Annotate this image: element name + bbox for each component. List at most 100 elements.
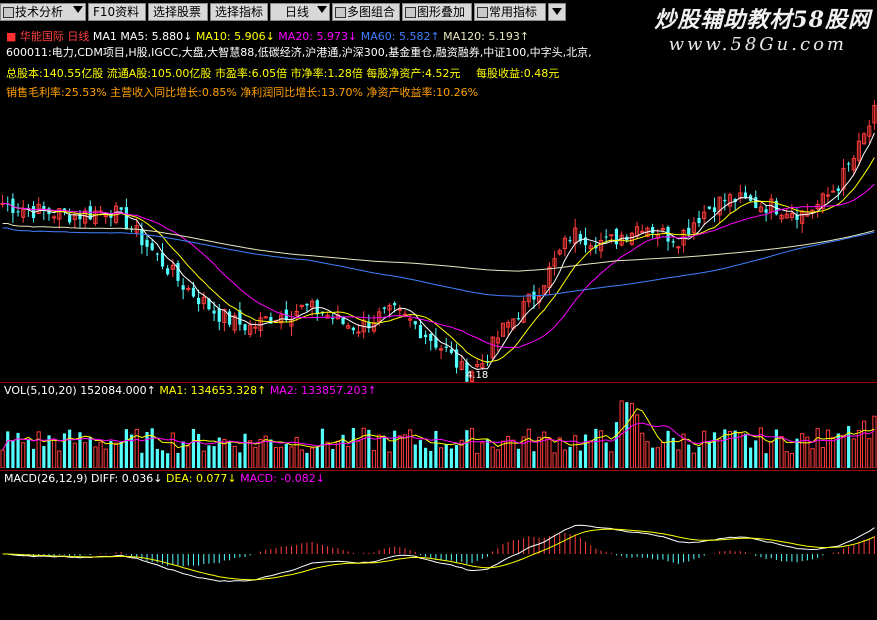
ma10-value: MA10: 5.906↓ bbox=[195, 30, 275, 43]
candle-body-down bbox=[516, 318, 521, 320]
volume-bar-down bbox=[578, 450, 582, 468]
volume-bar-down bbox=[176, 452, 180, 468]
volume-bar-up bbox=[831, 436, 836, 468]
common-indicator-button[interactable]: 常用指标 bbox=[474, 3, 546, 21]
macd-diff-line bbox=[2, 524, 875, 582]
volume-bar-down bbox=[212, 446, 216, 468]
candle-body-up bbox=[825, 194, 831, 197]
volume-bar-up bbox=[113, 442, 119, 468]
volume-bar-up bbox=[562, 449, 567, 468]
candle-body-down bbox=[227, 311, 232, 325]
chart-marker-icon: ■ bbox=[6, 30, 17, 43]
volume-bar-down bbox=[140, 452, 144, 468]
ma60-line bbox=[2, 227, 875, 297]
candle-body-down bbox=[181, 285, 185, 290]
volume-bar-up bbox=[186, 445, 191, 468]
volume-bar-down bbox=[671, 437, 675, 468]
volume-bar-up bbox=[438, 447, 444, 468]
overlay-button[interactable]: 图形叠加 bbox=[402, 3, 472, 21]
volume-bar-down bbox=[109, 440, 113, 468]
volume-bar-up bbox=[526, 428, 531, 468]
ma60-value: MA60: 5.582↑ bbox=[360, 30, 440, 43]
multi-chart-button[interactable]: 多图组合 bbox=[332, 3, 400, 21]
volume-bar-up bbox=[356, 440, 361, 468]
volume-bar-down bbox=[393, 430, 397, 468]
dropdown-arrow-icon bbox=[552, 8, 562, 15]
volume-bar-up bbox=[841, 434, 846, 468]
volume-bar-up bbox=[738, 432, 743, 468]
volume-bar-down bbox=[424, 447, 428, 468]
candle-body-down bbox=[697, 218, 701, 224]
candle-body-down bbox=[604, 236, 608, 238]
volume-bar-up bbox=[500, 440, 506, 468]
volume-bar-down bbox=[454, 445, 459, 468]
watermark-url: www.58Gu.com bbox=[668, 34, 847, 55]
candle-body-down bbox=[16, 211, 20, 213]
volume-bar-up bbox=[609, 451, 614, 468]
volume-bar-down bbox=[367, 429, 371, 468]
macd-chart[interactable] bbox=[0, 484, 877, 620]
volume-bar-down bbox=[145, 432, 149, 468]
volume-bar-down bbox=[11, 440, 15, 468]
period-daily-button[interactable]: 日线 bbox=[270, 3, 330, 21]
volume-chart[interactable] bbox=[0, 396, 877, 468]
technical-analysis-button[interactable]: 技术分析 bbox=[0, 3, 86, 21]
volume-bar-down bbox=[150, 428, 154, 468]
volume-bar-up bbox=[98, 441, 103, 468]
candle-body-down bbox=[723, 199, 727, 202]
candle-body-down bbox=[68, 215, 72, 223]
candle-body-down bbox=[847, 163, 851, 165]
volume-bar-down bbox=[743, 433, 748, 468]
select-indicator-button[interactable]: 选择指标 bbox=[210, 3, 268, 21]
volume-bar-up bbox=[371, 450, 377, 468]
volume-bar-down bbox=[129, 434, 134, 468]
volume-bar-down bbox=[666, 430, 670, 468]
candle-body-down bbox=[429, 333, 433, 341]
candle-body-down bbox=[418, 325, 423, 339]
volume-bar-down bbox=[774, 429, 779, 468]
candle-body-down bbox=[150, 243, 154, 251]
f10-info-button[interactable]: F10资料 bbox=[88, 3, 146, 21]
volume-bar-down bbox=[444, 444, 448, 468]
eps: 每股收益:0.48元 bbox=[476, 67, 560, 80]
volume-bar-up bbox=[588, 440, 593, 468]
candle-body-down bbox=[687, 227, 691, 235]
volume-bar-down bbox=[604, 442, 608, 468]
indicator-dropdown-button[interactable] bbox=[548, 3, 566, 21]
volume-bar-up bbox=[769, 441, 774, 468]
volume-bar-up bbox=[201, 450, 206, 468]
volume-bar-up bbox=[825, 429, 831, 468]
candle-body-up bbox=[186, 287, 191, 290]
volume-bar-up bbox=[784, 451, 789, 468]
volume-bar-up bbox=[660, 442, 666, 468]
ma10-line bbox=[2, 157, 875, 363]
volume-bar-up bbox=[810, 448, 815, 468]
volume-bar-down bbox=[749, 447, 753, 468]
toolbar: 技术分析 F10资料 选择股票 选择指标 日线 多图组合 图形叠加 常用指标 bbox=[0, 0, 650, 24]
volume-bar-down bbox=[449, 448, 453, 468]
price-chart[interactable] bbox=[0, 100, 877, 382]
candle-body-down bbox=[614, 228, 619, 245]
volume-bar-down bbox=[795, 438, 799, 468]
volume-bar-up bbox=[21, 442, 26, 468]
volume-bar-down bbox=[6, 431, 10, 468]
volume-bar-up bbox=[346, 446, 351, 468]
volume-bar-down bbox=[238, 452, 242, 468]
volume-bar-down bbox=[650, 447, 655, 468]
profit-growth: 净利润同比增长:13.70% bbox=[240, 86, 363, 99]
candle-body-down bbox=[217, 308, 221, 322]
volume-bar-down bbox=[26, 438, 30, 468]
volume-bar-up bbox=[72, 442, 77, 468]
revenue-growth: 主营收入同比增长:0.85% bbox=[110, 86, 237, 99]
volume-bar-down bbox=[197, 434, 201, 468]
ma-legend: ■ 华能国际 日线 MA1 MA5: 5.880↓ MA10: 5.906↓ M… bbox=[6, 28, 529, 44]
select-stock-button[interactable]: 选择股票 bbox=[148, 3, 208, 21]
panel-separator bbox=[0, 382, 877, 383]
overlay-icon bbox=[405, 7, 416, 18]
ratios-line: 销售毛利率:25.53% 主营收入同比增长:0.85% 净利润同比增长:13.7… bbox=[6, 84, 478, 100]
volume-bar-down bbox=[62, 433, 67, 468]
volume-bar-down bbox=[31, 448, 36, 468]
volume-bar-up bbox=[851, 438, 856, 468]
candle-body-down bbox=[671, 241, 675, 243]
volume-bar-down bbox=[625, 402, 629, 468]
